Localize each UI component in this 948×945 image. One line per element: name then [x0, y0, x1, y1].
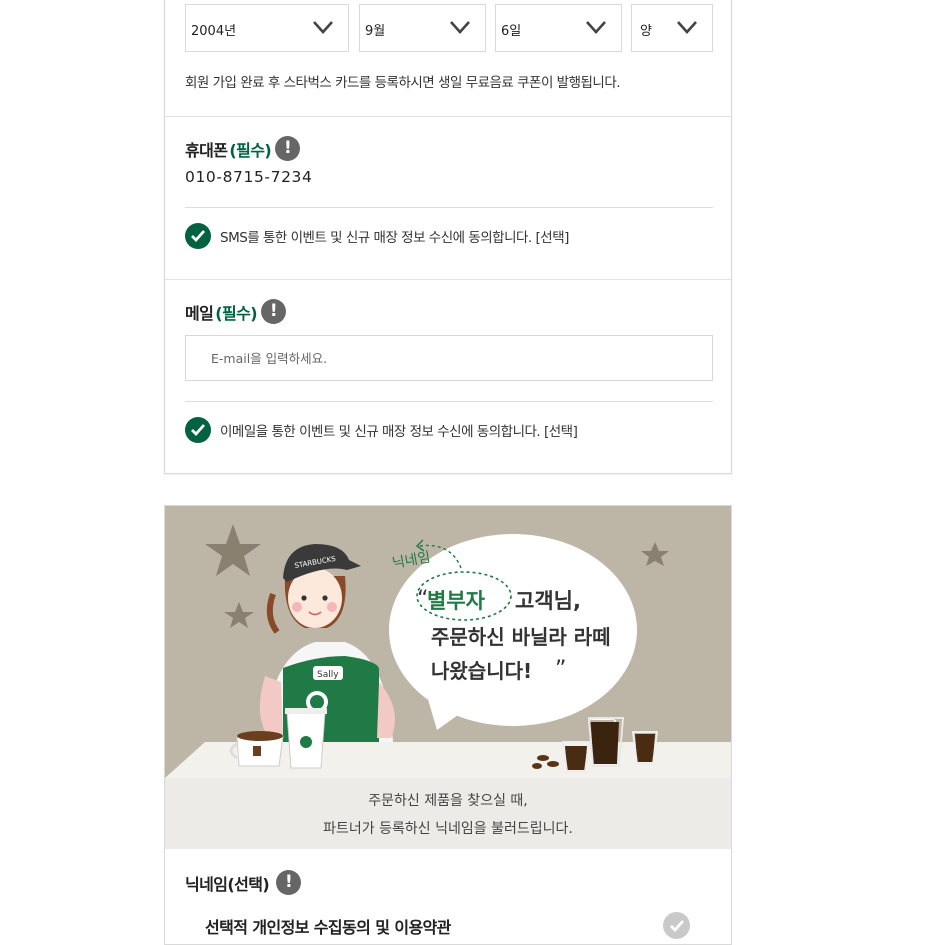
- star-icon: [205, 524, 261, 576]
- star-icon: [224, 602, 254, 628]
- speech-line1: 고객님,: [515, 589, 581, 613]
- calendar-type-select[interactable]: 양: [631, 4, 713, 52]
- inner-divider: [185, 207, 713, 208]
- birth-month-select[interactable]: 9월: [359, 4, 486, 52]
- nickname-banner-illustration: Sally STARBUCKS 닉네임 “ 별부자 고객님, 주문하신 바닐라 …: [165, 506, 731, 849]
- banner-caption-line1: 주문하신 제품을 찾으실 때,: [368, 793, 528, 809]
- star-icon: [641, 542, 669, 566]
- chevron-down-icon: [586, 21, 606, 34]
- birth-month-value: 9월: [365, 24, 386, 39]
- exclamation-icon[interactable]: !: [276, 870, 302, 895]
- email-section-title: 메일 (필수) !: [185, 299, 286, 324]
- chevron-down-icon: [450, 21, 470, 34]
- speech-line3: 나왔습니다!: [431, 659, 532, 683]
- nickname-card: Sally STARBUCKS 닉네임 “ 별부자 고객님, 주문하신 바닐라 …: [164, 505, 732, 945]
- email-consent-option[interactable]: 이메일을 통한 이벤트 및 신규 매장 정보 수신에 동의합니다. [선택]: [185, 417, 578, 443]
- check-icon[interactable]: [185, 223, 211, 249]
- exclamation-icon[interactable]: !: [260, 299, 286, 324]
- exclamation-icon[interactable]: !: [275, 136, 301, 161]
- check-icon[interactable]: [663, 912, 690, 939]
- chevron-down-icon: [313, 21, 333, 34]
- banner-caption: 주문하신 제품을 찾으실 때, 파트너가 등록하신 닉네임을 불러드립니다.: [165, 778, 731, 849]
- phone-label: 휴대폰: [185, 140, 228, 160]
- birth-year-select[interactable]: 2004년: [185, 4, 349, 52]
- email-input[interactable]: [185, 335, 713, 381]
- sms-consent-option[interactable]: SMS를 통한 이벤트 및 신규 매장 정보 수신에 동의합니다. [선택]: [185, 223, 569, 249]
- barista-illustration: Sally STARBUCKS 닉네임 “ 별부자 고객님, 주문하신 바닐라 …: [165, 524, 731, 778]
- optional-terms-title[interactable]: 선택적 개인정보 수집동의 및 이용약관: [205, 914, 451, 938]
- phone-required-label: (필수): [229, 140, 272, 160]
- birthday-coupon-hint: 회원 가입 완료 후 스타벅스 카드를 등록하시면 생일 무료음료 쿠폰이 발행…: [185, 75, 621, 91]
- birth-day-select[interactable]: 6일: [495, 4, 622, 52]
- inner-divider: [185, 401, 713, 402]
- speech-line2: 주문하신 바닐라 라떼: [431, 625, 611, 649]
- banner-caption-line2: 파트너가 등록하신 닉네임을 불러드립니다.: [323, 821, 573, 837]
- check-icon[interactable]: [185, 417, 211, 443]
- phone-number: 010-8715-7234: [185, 168, 313, 186]
- email-required-label: (필수): [215, 303, 257, 323]
- email-label: 메일: [185, 303, 214, 323]
- calendar-type-value: 양: [640, 24, 652, 39]
- member-info-card: 2004년 9월 6일 양 회원 가입 완료 후 스타벅스 카드를 등록하시면 …: [164, 0, 732, 474]
- birth-day-value: 6일: [501, 24, 522, 39]
- nickname-section-title: 닉네임(선택) !: [185, 870, 302, 895]
- sms-consent-label: SMS를 통한 이벤트 및 신규 매장 정보 수신에 동의합니다. [선택]: [220, 230, 569, 246]
- email-consent-label: 이메일을 통한 이벤트 및 신규 매장 정보 수신에 동의합니다. [선택]: [220, 424, 578, 440]
- name-tag-text: Sally: [317, 670, 339, 680]
- nickname-label: 닉네임(선택): [185, 874, 270, 894]
- birth-year-value: 2004년: [191, 24, 237, 39]
- chevron-down-icon: [677, 21, 697, 34]
- svg-text:”: ”: [555, 657, 566, 682]
- speech-nickname: 별부자: [427, 589, 486, 613]
- section-divider: [165, 116, 731, 117]
- section-divider: [165, 279, 731, 280]
- phone-section-title: 휴대폰 (필수) !: [185, 136, 301, 161]
